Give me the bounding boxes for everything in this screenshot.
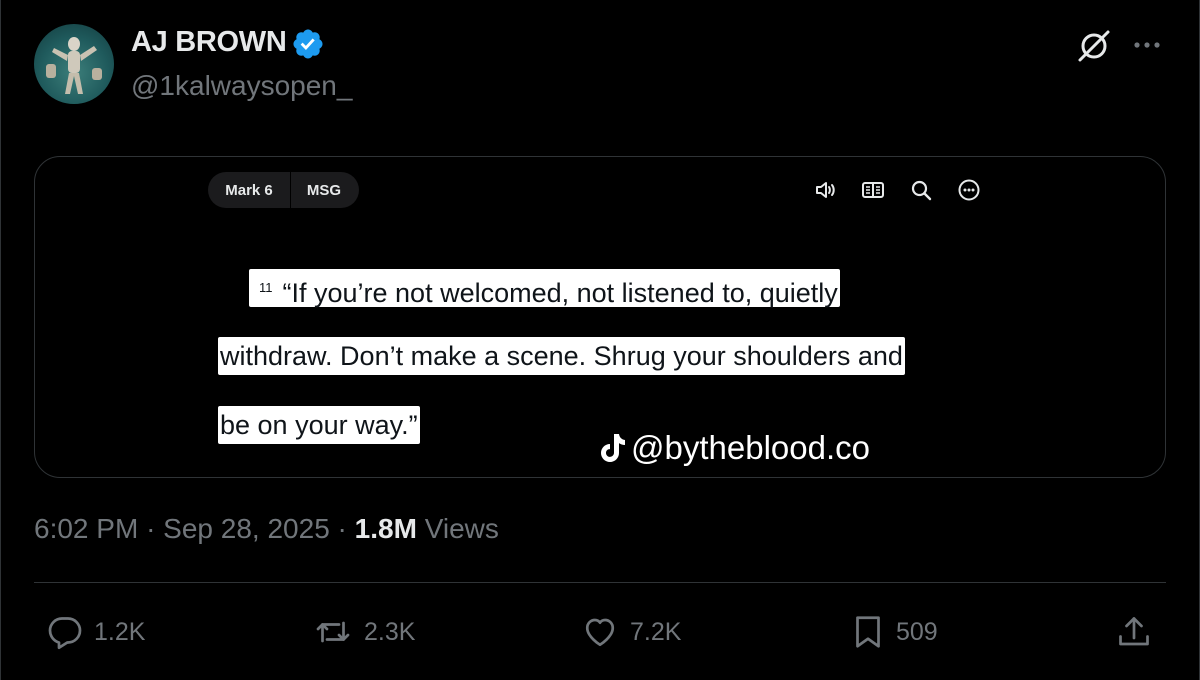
reply-button[interactable]: 1.2K: [46, 610, 145, 654]
statue-avatar-icon: [46, 37, 102, 94]
bible-pill: Mark 6 MSG: [208, 172, 359, 208]
like-count: 7.2K: [630, 617, 682, 646]
meta-separator: ·: [337, 513, 347, 544]
verse-text-line-2: withdraw. Don’t make a scene. Shrug your…: [220, 341, 903, 371]
verse-number: 11: [259, 280, 273, 295]
media-card[interactable]: Mark 6 MSG 11 “If you’re not welcomed, no…: [34, 156, 1166, 478]
verse-line-3: be on your way.”: [218, 406, 420, 444]
reader-icon: [862, 182, 884, 198]
bookmark-button[interactable]: 509: [850, 610, 938, 654]
views-count: 1.8M: [354, 513, 417, 544]
bookmark-icon: [856, 616, 880, 648]
search-icon: [911, 180, 932, 201]
version-label: MSG: [306, 181, 342, 199]
reply-icon: [48, 617, 82, 650]
share-icon: [1119, 617, 1149, 646]
like-button[interactable]: 7.2K: [580, 610, 681, 654]
watermark: @bytheblood.co: [599, 429, 870, 467]
more-circle-icon: [958, 179, 980, 201]
speaker-icon: [816, 182, 835, 198]
tiktok-icon: [601, 434, 625, 462]
meta-separator: ·: [146, 513, 156, 544]
post-meta: 6:02 PM · Sep 28, 2025 · 1.8M Views: [34, 513, 499, 545]
left-border: [0, 0, 1, 680]
more-horizontal-icon[interactable]: [1130, 30, 1164, 60]
share-button[interactable]: [1116, 610, 1162, 654]
post-time[interactable]: 6:02 PM: [34, 513, 138, 544]
views-label: Views: [424, 513, 499, 544]
verse-line-2: withdraw. Don’t make a scene. Shrug your…: [218, 337, 905, 375]
user-handle[interactable]: @1kalwaysopen_: [131, 70, 352, 102]
divider: [34, 582, 1166, 583]
reply-count: 1.2K: [94, 617, 146, 646]
repost-count: 2.3K: [364, 617, 416, 646]
watermark-text: @bytheblood.co: [631, 429, 870, 466]
verse-text-line-3: be on your way.”: [220, 410, 418, 440]
repost-button[interactable]: 2.3K: [312, 610, 415, 654]
display-name[interactable]: AJ BROWN: [131, 26, 287, 59]
post-date[interactable]: Sep 28, 2025: [163, 513, 330, 544]
verified-badge-icon[interactable]: [291, 27, 325, 61]
verse-text-line-1: “If you’re not welcomed, not listened to…: [282, 278, 838, 308]
verse-line-1: 11 “If you’re not welcomed, not listened …: [249, 269, 840, 308]
avatar[interactable]: [34, 24, 114, 104]
bookmark-count: 509: [896, 617, 938, 646]
grok-icon[interactable]: [1075, 26, 1113, 64]
repost-icon: [316, 621, 350, 643]
heart-icon: [585, 618, 615, 647]
book-chapter-label: Mark 6: [225, 181, 273, 199]
